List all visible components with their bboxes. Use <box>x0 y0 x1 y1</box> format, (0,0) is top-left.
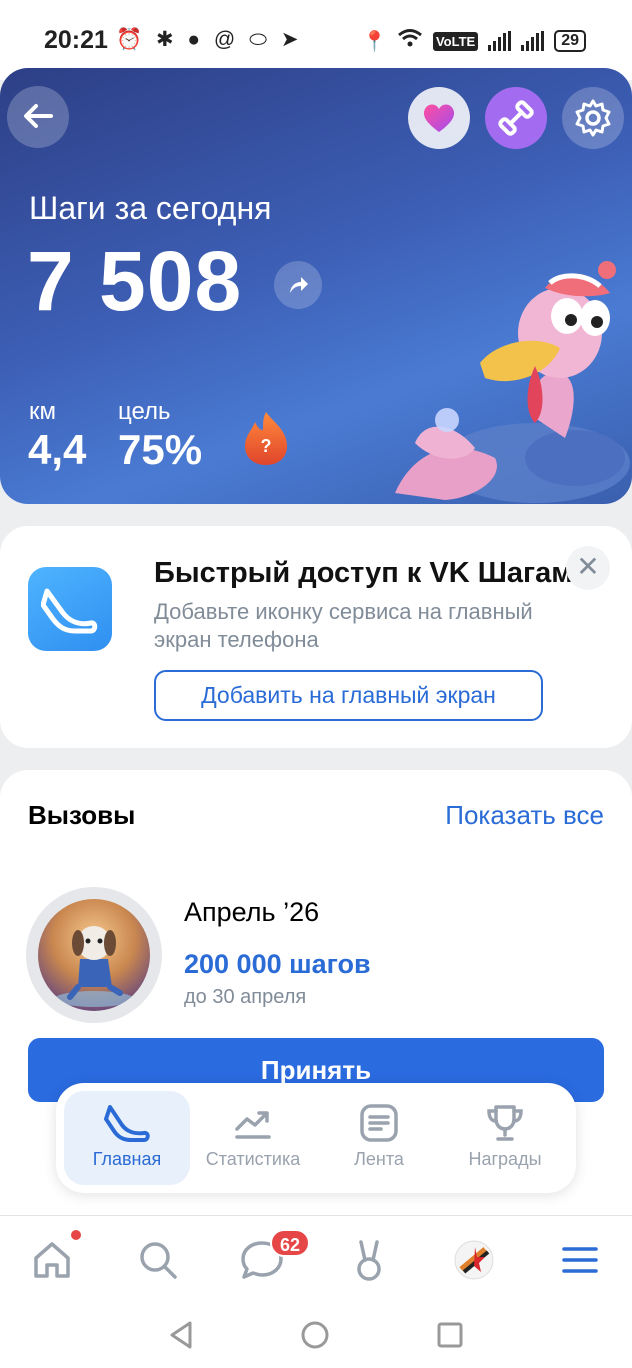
tab-statistics[interactable]: Статистика <box>190 1091 316 1185</box>
home-notification-dot <box>71 1230 81 1240</box>
tab-rewards-label: Награды <box>468 1149 542 1169</box>
home-circle-icon[interactable] <box>299 1319 331 1351</box>
avatar <box>454 1240 494 1280</box>
nav-menu[interactable] <box>554 1234 606 1286</box>
heart-icon <box>423 104 455 132</box>
status-notification-icons: ⏰ ✱ ● @ ⬭ ➤ <box>116 28 303 51</box>
steps-tab-bar: Главная Статистика Лента Награды <box>56 1083 576 1193</box>
volte-icon: VoLTE <box>432 31 479 51</box>
nav-home[interactable] <box>26 1234 78 1286</box>
back-button[interactable] <box>7 86 69 148</box>
vk-bottom-navigation: 62 <box>0 1215 632 1303</box>
share-button[interactable] <box>274 261 322 309</box>
goal-value: 75% <box>118 426 203 473</box>
quick-access-title: Быстрый доступ к VK Шагам <box>154 557 573 589</box>
quick-access-description: Добавьте иконку сервиса на главный экран… <box>154 599 533 652</box>
tab-home[interactable]: Главная <box>64 1091 190 1185</box>
arrow-left-icon <box>24 104 53 128</box>
messages-badge: 62 <box>270 1229 310 1257</box>
search-icon <box>140 1242 177 1279</box>
wifi-icon <box>397 28 423 54</box>
challenge-month: Апрель ’26 <box>184 897 320 927</box>
challenges-section: Вызовы Показать все Апрель ’26 200 000 ш… <box>0 770 632 1290</box>
add-to-home-button[interactable]: Добавить на главный экран <box>154 670 543 721</box>
goal-label: цель <box>118 398 171 425</box>
mascot-bird-illustration <box>395 261 630 503</box>
tab-rewards[interactable]: Награды <box>442 1091 568 1185</box>
signal-icon <box>488 31 512 51</box>
fire-question-mark: ? <box>260 436 272 456</box>
settings-button[interactable] <box>562 87 624 149</box>
steps-hero: Шаги за сегодня 7 508 км 4,4 цель 75% ? <box>0 68 632 504</box>
running-dog-illustration <box>38 899 150 1011</box>
challenge-goal: 200 000 шагов <box>184 949 371 979</box>
health-button[interactable] <box>408 87 470 149</box>
gear-icon <box>575 99 611 137</box>
quick-access-card: Быстрый доступ к VK Шагам Добавьте иконк… <box>0 526 632 748</box>
status-time: 20:21 <box>44 26 108 54</box>
sneaker-icon <box>104 1105 150 1142</box>
tab-feed[interactable]: Лента <box>316 1091 442 1185</box>
close-icon[interactable]: ✕ <box>566 546 610 590</box>
home-icon <box>34 1242 70 1278</box>
tab-feed-label: Лента <box>354 1149 404 1169</box>
challenge-deadline: до 30 апреля <box>184 986 307 1008</box>
nav-clips[interactable] <box>343 1234 395 1286</box>
workouts-button[interactable] <box>485 87 547 149</box>
share-arrow-icon <box>290 277 308 293</box>
signal-icon-2 <box>521 31 545 51</box>
vk-steps-app-icon <box>28 567 112 651</box>
recents-square-icon[interactable] <box>436 1319 464 1351</box>
challenge-avatar[interactable] <box>26 887 162 1023</box>
nav-profile[interactable] <box>448 1234 500 1286</box>
chart-trend-icon <box>235 1111 271 1139</box>
challenges-title: Вызовы <box>28 800 136 830</box>
dumbbell-icon <box>498 100 534 136</box>
bunny-ears-icon <box>357 1240 381 1281</box>
km-label: км <box>29 398 56 425</box>
feed-icon <box>360 1104 398 1142</box>
status-system-icons: 📍 VoLTE 29 <box>362 28 586 54</box>
streak-button[interactable]: ? <box>243 410 289 466</box>
android-navigation-bar <box>0 1303 632 1368</box>
steps-title: Шаги за сегодня <box>29 190 272 226</box>
battery-icon: 29 <box>554 30 586 52</box>
km-value: 4,4 <box>28 426 87 473</box>
back-triangle-icon[interactable] <box>166 1319 196 1351</box>
location-icon: 📍 <box>362 30 387 53</box>
hamburger-menu-icon <box>562 1247 598 1273</box>
nav-search[interactable] <box>132 1234 184 1286</box>
tab-home-label: Главная <box>92 1149 162 1169</box>
trophy-icon <box>487 1105 523 1141</box>
show-all-link[interactable]: Показать все <box>445 800 604 831</box>
sneaker-icon <box>41 588 98 634</box>
steps-count: 7 508 <box>27 234 243 328</box>
tab-statistics-label: Статистика <box>205 1149 301 1169</box>
